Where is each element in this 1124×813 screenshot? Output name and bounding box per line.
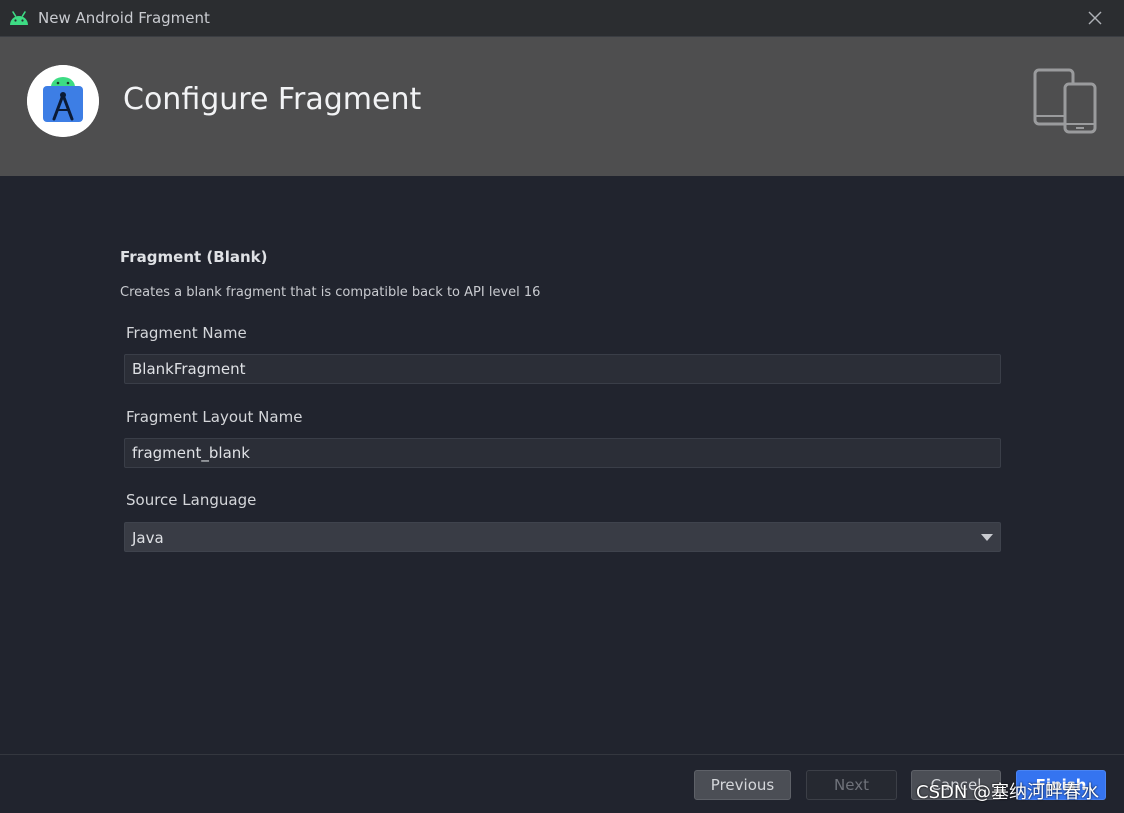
layout-name-label: Fragment Layout Name: [126, 408, 303, 426]
fragment-name-field[interactable]: [124, 354, 1001, 384]
fragment-name-label: Fragment Name: [126, 324, 247, 342]
source-language-value: Java: [132, 529, 164, 547]
source-language-label: Source Language: [126, 491, 257, 509]
page-title: Configure Fragment: [123, 82, 422, 117]
layout-name-input[interactable]: [125, 439, 1000, 467]
window-titlebar: New Android Fragment: [0, 0, 1124, 37]
cancel-button[interactable]: Cancel: [911, 770, 1001, 800]
previous-button[interactable]: Previous: [694, 770, 791, 800]
window-title: New Android Fragment: [38, 9, 210, 27]
finish-button[interactable]: Finish: [1016, 770, 1106, 800]
android-studio-logo: [27, 65, 99, 137]
wizard-footer: Previous Next Cancel Finish: [0, 754, 1124, 813]
devices-icon: [1033, 68, 1097, 134]
next-button[interactable]: Next: [806, 770, 897, 800]
fragment-name-input[interactable]: [125, 355, 1000, 383]
template-description: Creates a blank fragment that is compati…: [120, 285, 541, 300]
template-name: Fragment (Blank): [120, 248, 268, 266]
source-language-select[interactable]: Java: [124, 522, 1001, 552]
wizard-header: Configure Fragment: [0, 37, 1124, 176]
layout-name-field[interactable]: [124, 438, 1001, 468]
chevron-down-icon: [981, 534, 993, 541]
close-icon[interactable]: [1086, 9, 1104, 27]
wizard-content: Fragment (Blank) Creates a blank fragmen…: [0, 176, 1124, 754]
android-icon: [10, 11, 28, 25]
